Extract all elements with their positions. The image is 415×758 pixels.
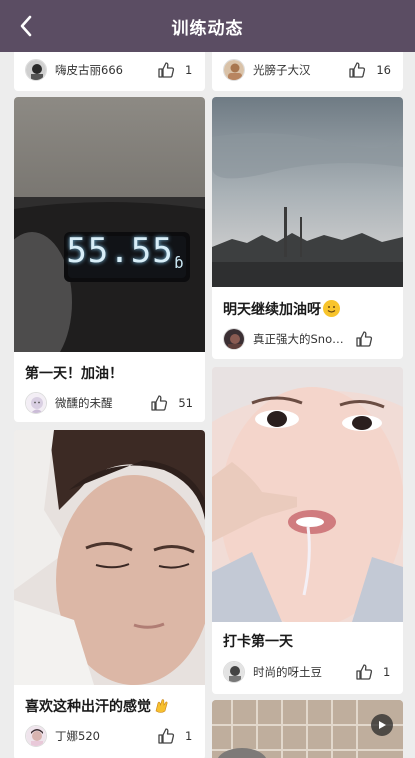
play-icon xyxy=(379,721,386,729)
post-video-thumbnail[interactable] xyxy=(212,700,403,758)
post-footer: 丁娜520 1 xyxy=(25,724,193,748)
post-card[interactable]: 明天继续加油呀 真正强大的Snow... xyxy=(212,97,403,359)
post-card[interactable]: 喜欢这种出汗的感觉 丁娜520 1 xyxy=(14,430,205,758)
feed-grid[interactable]: 嗨皮古丽666 1 光膀子大汉 16 55.55 ɓ 第一天！加油！ 微醺的未醒… xyxy=(0,52,415,758)
back-button[interactable] xyxy=(8,8,44,44)
user-avatar[interactable] xyxy=(25,59,47,81)
username[interactable]: 时尚的呀土豆 xyxy=(253,664,349,680)
user-avatar[interactable] xyxy=(223,59,245,81)
user-avatar[interactable] xyxy=(25,392,47,414)
post-footer: 光膀子大汉 16 xyxy=(223,58,391,82)
username[interactable]: 光膀子大汉 xyxy=(253,62,342,78)
username[interactable]: 微醺的未醒 xyxy=(55,395,144,411)
thumbs-up-icon xyxy=(158,728,175,744)
top-bar: 训练动态 xyxy=(0,0,415,52)
thumbs-up-icon xyxy=(151,395,168,411)
post-caption: 明天继续加油呀 xyxy=(223,299,340,319)
post-image[interactable] xyxy=(212,97,403,287)
thumbs-up-icon xyxy=(356,664,373,680)
chevron-left-icon xyxy=(20,15,32,37)
like-count: 1 xyxy=(383,665,391,679)
thumbs-up-icon xyxy=(356,331,373,347)
post-card[interactable]: 光膀子大汉 16 xyxy=(212,52,403,91)
thumbs-up-icon xyxy=(349,62,366,78)
username[interactable]: 真正强大的Snow... xyxy=(253,331,349,347)
post-image[interactable] xyxy=(212,367,403,622)
post-caption: 第一天！加油！ xyxy=(25,366,123,382)
post-image[interactable]: 55.55 ɓ xyxy=(14,97,205,352)
page-title: 训练动态 xyxy=(171,18,244,39)
username[interactable]: 丁娜520 xyxy=(55,728,151,744)
user-avatar[interactable] xyxy=(223,661,245,683)
user-avatar[interactable] xyxy=(25,725,47,747)
like-button[interactable]: 1 xyxy=(355,663,391,681)
play-button[interactable] xyxy=(371,714,393,736)
like-button[interactable] xyxy=(355,330,391,348)
post-card[interactable]: 打卡第一天 时尚的呀土豆 1 xyxy=(212,367,403,694)
thumbs-up-icon xyxy=(158,62,175,78)
caption-text: 明天继续加油呀 xyxy=(223,302,321,318)
post-card[interactable]: 55.55 ɓ 第一天！加油！ 微醺的未醒 51 xyxy=(14,97,205,422)
post-caption: 打卡第一天 xyxy=(223,634,293,650)
like-count: 1 xyxy=(185,729,193,743)
post-footer: 嗨皮古丽666 1 xyxy=(25,58,193,82)
post-caption: 喜欢这种出汗的感觉 xyxy=(25,696,170,716)
like-button[interactable]: 1 xyxy=(157,727,193,745)
post-card[interactable] xyxy=(212,700,403,758)
post-footer: 真正强大的Snow... xyxy=(223,327,391,351)
smiley-emoji-icon xyxy=(323,300,340,317)
post-footer: 微醺的未醒 51 xyxy=(25,391,193,415)
like-count: 16 xyxy=(376,63,391,77)
like-button[interactable]: 1 xyxy=(157,61,193,79)
user-avatar[interactable] xyxy=(223,328,245,350)
like-count: 1 xyxy=(185,63,193,77)
scale-reading: 55.55 xyxy=(66,231,174,271)
caption-text: 喜欢这种出汗的感觉 xyxy=(25,699,151,715)
username[interactable]: 嗨皮古丽666 xyxy=(55,62,151,78)
clapping-hands-emoji-icon xyxy=(153,697,170,714)
like-count: 51 xyxy=(178,396,193,410)
scale-unit-label: ɓ xyxy=(174,253,184,272)
post-footer: 时尚的呀土豆 1 xyxy=(223,660,391,684)
post-card[interactable]: 嗨皮古丽666 1 xyxy=(14,52,205,91)
like-button[interactable]: 51 xyxy=(150,394,193,412)
post-image[interactable] xyxy=(14,430,205,685)
like-button[interactable]: 16 xyxy=(348,61,391,79)
